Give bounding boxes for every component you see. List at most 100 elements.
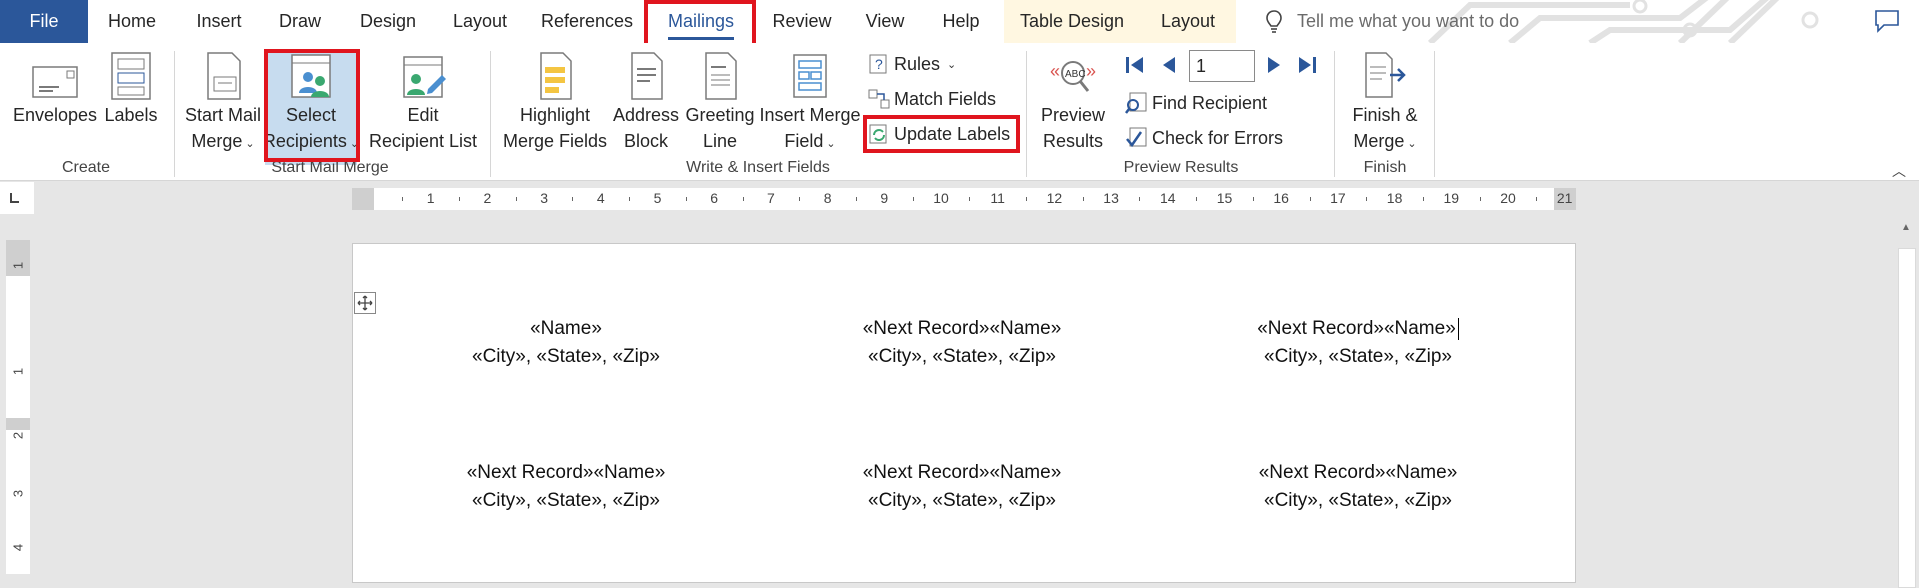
next-record-icon[interactable] — [1265, 55, 1283, 75]
preview-results-button[interactable]: « ABC » Preview Results — [1034, 47, 1112, 153]
insert-merge-field-button[interactable]: Insert Merge Field ⌄ — [758, 47, 862, 156]
tab-home[interactable]: Home — [88, 0, 176, 43]
edit-recipient-list-label-1: Edit — [407, 105, 439, 125]
merge-field-line: «Next Record»«Name» — [466, 462, 666, 483]
ruler-number: 8 — [823, 190, 832, 206]
merge-field-line: «City», «State», «Zip» — [1264, 346, 1452, 367]
find-icon — [1125, 92, 1147, 114]
find-recipient-button[interactable]: Find Recipient — [1124, 88, 1267, 118]
ruler-tick — [1252, 197, 1254, 201]
ruler-number: 4 — [596, 190, 605, 206]
rules-button[interactable]: ? Rules ⌄ — [868, 49, 956, 79]
chevron-down-icon: ⌄ — [826, 138, 836, 150]
ruler-number: 10 — [933, 190, 949, 206]
label-cell[interactable]: «Next Record»«Name» «City», «State», «Zi… — [1208, 315, 1508, 371]
ruler-tick — [1366, 197, 1368, 201]
tab-layout[interactable]: Layout — [438, 0, 522, 43]
finish-merge-button[interactable]: Finish & Merge ⌄ — [1344, 47, 1426, 156]
horizontal-ruler[interactable]: 1 2 3 4 5 6 7 8 9 10 11 12 13 14 15 16 17 18 19 20 21 — [352, 188, 1576, 210]
address-block-label-2: Block — [623, 131, 668, 151]
tab-design[interactable]: Design — [338, 0, 438, 43]
document-page[interactable] — [352, 243, 1576, 583]
address-block-button[interactable]: Address Block — [608, 47, 684, 153]
tab-review[interactable]: Review — [758, 0, 846, 43]
group-separator — [174, 51, 175, 177]
merge-field-line: «Next Record»«Name» — [862, 462, 1062, 483]
chevron-down-icon: ⌄ — [947, 58, 957, 71]
last-record-icon[interactable] — [1296, 55, 1318, 75]
vertical-ruler[interactable]: 1 1 2 3 4 — [6, 240, 30, 574]
preview-results-label-2: Results — [1042, 131, 1104, 151]
tell-me-search[interactable]: Tell me what you want to do — [1265, 0, 1519, 43]
tab-mailings[interactable]: Mailings — [646, 0, 756, 43]
ruler-tick — [912, 197, 914, 201]
scroll-up-icon[interactable]: ▲ — [1901, 222, 1911, 233]
merge-field-line: «Next Record»«Name» — [1208, 315, 1508, 343]
tell-me-placeholder: Tell me what you want to do — [1297, 11, 1520, 31]
ruler-number: 2 — [483, 190, 492, 206]
tab-table-layout[interactable]: Layout — [1140, 0, 1236, 43]
start-mail-merge-button[interactable]: Start Mail Merge ⌄ — [184, 47, 262, 156]
tab-selector[interactable] — [0, 182, 34, 214]
collapse-ribbon-icon[interactable]: ︿ — [1892, 161, 1906, 181]
group-separator — [490, 51, 491, 177]
label-cell[interactable]: «Next Record»«Name» «City», «State», «Zi… — [1208, 459, 1508, 515]
ruler-number: 1 — [10, 367, 26, 376]
scrollbar-thumb[interactable] — [1898, 248, 1916, 588]
label-cell[interactable]: «Next Record»«Name» «City», «State», «Zi… — [812, 459, 1112, 515]
envelopes-button[interactable]: Envelopes — [13, 47, 97, 127]
tab-references[interactable]: References — [522, 0, 652, 43]
select-recipients-button[interactable]: Select Recipients ⌄ — [263, 47, 360, 156]
tab-table-design[interactable]: Table Design — [1004, 0, 1140, 43]
label-cell[interactable]: «Next Record»«Name» «City», «State», «Zi… — [812, 315, 1112, 371]
update-labels-button[interactable]: Update Labels — [868, 119, 1010, 149]
group-label-start-mail-merge: Start Mail Merge — [271, 159, 389, 176]
left-tab-stop-icon — [10, 193, 19, 203]
match-fields-button[interactable]: Match Fields — [868, 84, 996, 114]
chevron-down-icon: ⌄ — [1407, 138, 1417, 150]
table-move-handle[interactable] — [354, 292, 376, 314]
ruler-number: 20 — [1500, 190, 1516, 206]
finish-merge-label-2: Merge ⌄ — [1353, 131, 1417, 151]
ruler-number: 12 — [1046, 190, 1063, 206]
first-record-icon[interactable] — [1124, 55, 1146, 75]
record-number-input[interactable]: 1 — [1189, 50, 1255, 82]
tab-file[interactable]: File — [0, 0, 88, 43]
merge-field-line: «City», «State», «Zip» — [1264, 490, 1452, 511]
envelope-icon — [32, 66, 78, 98]
insert-merge-field-label-1: Insert Merge — [759, 105, 861, 125]
label-cell[interactable]: «Name» «City», «State», «Zip» — [420, 315, 712, 371]
greeting-line-button[interactable]: Greeting Line — [682, 47, 758, 153]
merge-field-line: «City», «State», «Zip» — [472, 490, 660, 511]
rules-label: Rules — [894, 53, 941, 74]
move-icon — [357, 295, 373, 311]
highlight-merge-fields-button[interactable]: Highlight Merge Fields — [502, 47, 608, 153]
comments-icon[interactable] — [1874, 9, 1900, 33]
ruler-tick — [1479, 197, 1481, 201]
edit-list-icon — [403, 56, 446, 98]
tab-view[interactable]: View — [846, 0, 924, 43]
svg-text:?: ? — [875, 56, 883, 72]
ruler-number: 19 — [1443, 190, 1460, 206]
chevron-down-icon: ⌄ — [245, 138, 255, 150]
check-for-errors-button[interactable]: Check for Errors — [1124, 123, 1283, 153]
ruler-tick — [515, 197, 517, 201]
address-block-label-1: Address — [612, 105, 680, 125]
labels-button[interactable]: Labels — [100, 47, 162, 127]
edit-recipient-list-button[interactable]: Edit Recipient List — [368, 47, 478, 153]
label-cell[interactable]: «Next Record»«Name» «City», «State», «Zi… — [420, 459, 712, 515]
ruler-number: 7 — [766, 190, 775, 206]
previous-record-icon[interactable] — [1160, 55, 1178, 75]
tab-help[interactable]: Help — [924, 0, 998, 43]
select-recipients-label-1: Select — [285, 105, 337, 125]
rules-icon: ? — [869, 54, 887, 74]
vertical-scrollbar[interactable]: ▲ — [1895, 218, 1919, 588]
labels-label: Labels — [104, 105, 158, 125]
group-label-preview-results: Preview Results — [1123, 159, 1239, 176]
tab-draw[interactable]: Draw — [262, 0, 338, 43]
greeting-line-icon — [705, 52, 737, 100]
recipients-icon — [291, 54, 331, 98]
ribbon-tab-bar: File Home Insert Draw Design Layout Refe… — [0, 0, 1919, 43]
chevron-down-icon: ⌄ — [349, 138, 360, 150]
tab-insert[interactable]: Insert — [176, 0, 262, 43]
